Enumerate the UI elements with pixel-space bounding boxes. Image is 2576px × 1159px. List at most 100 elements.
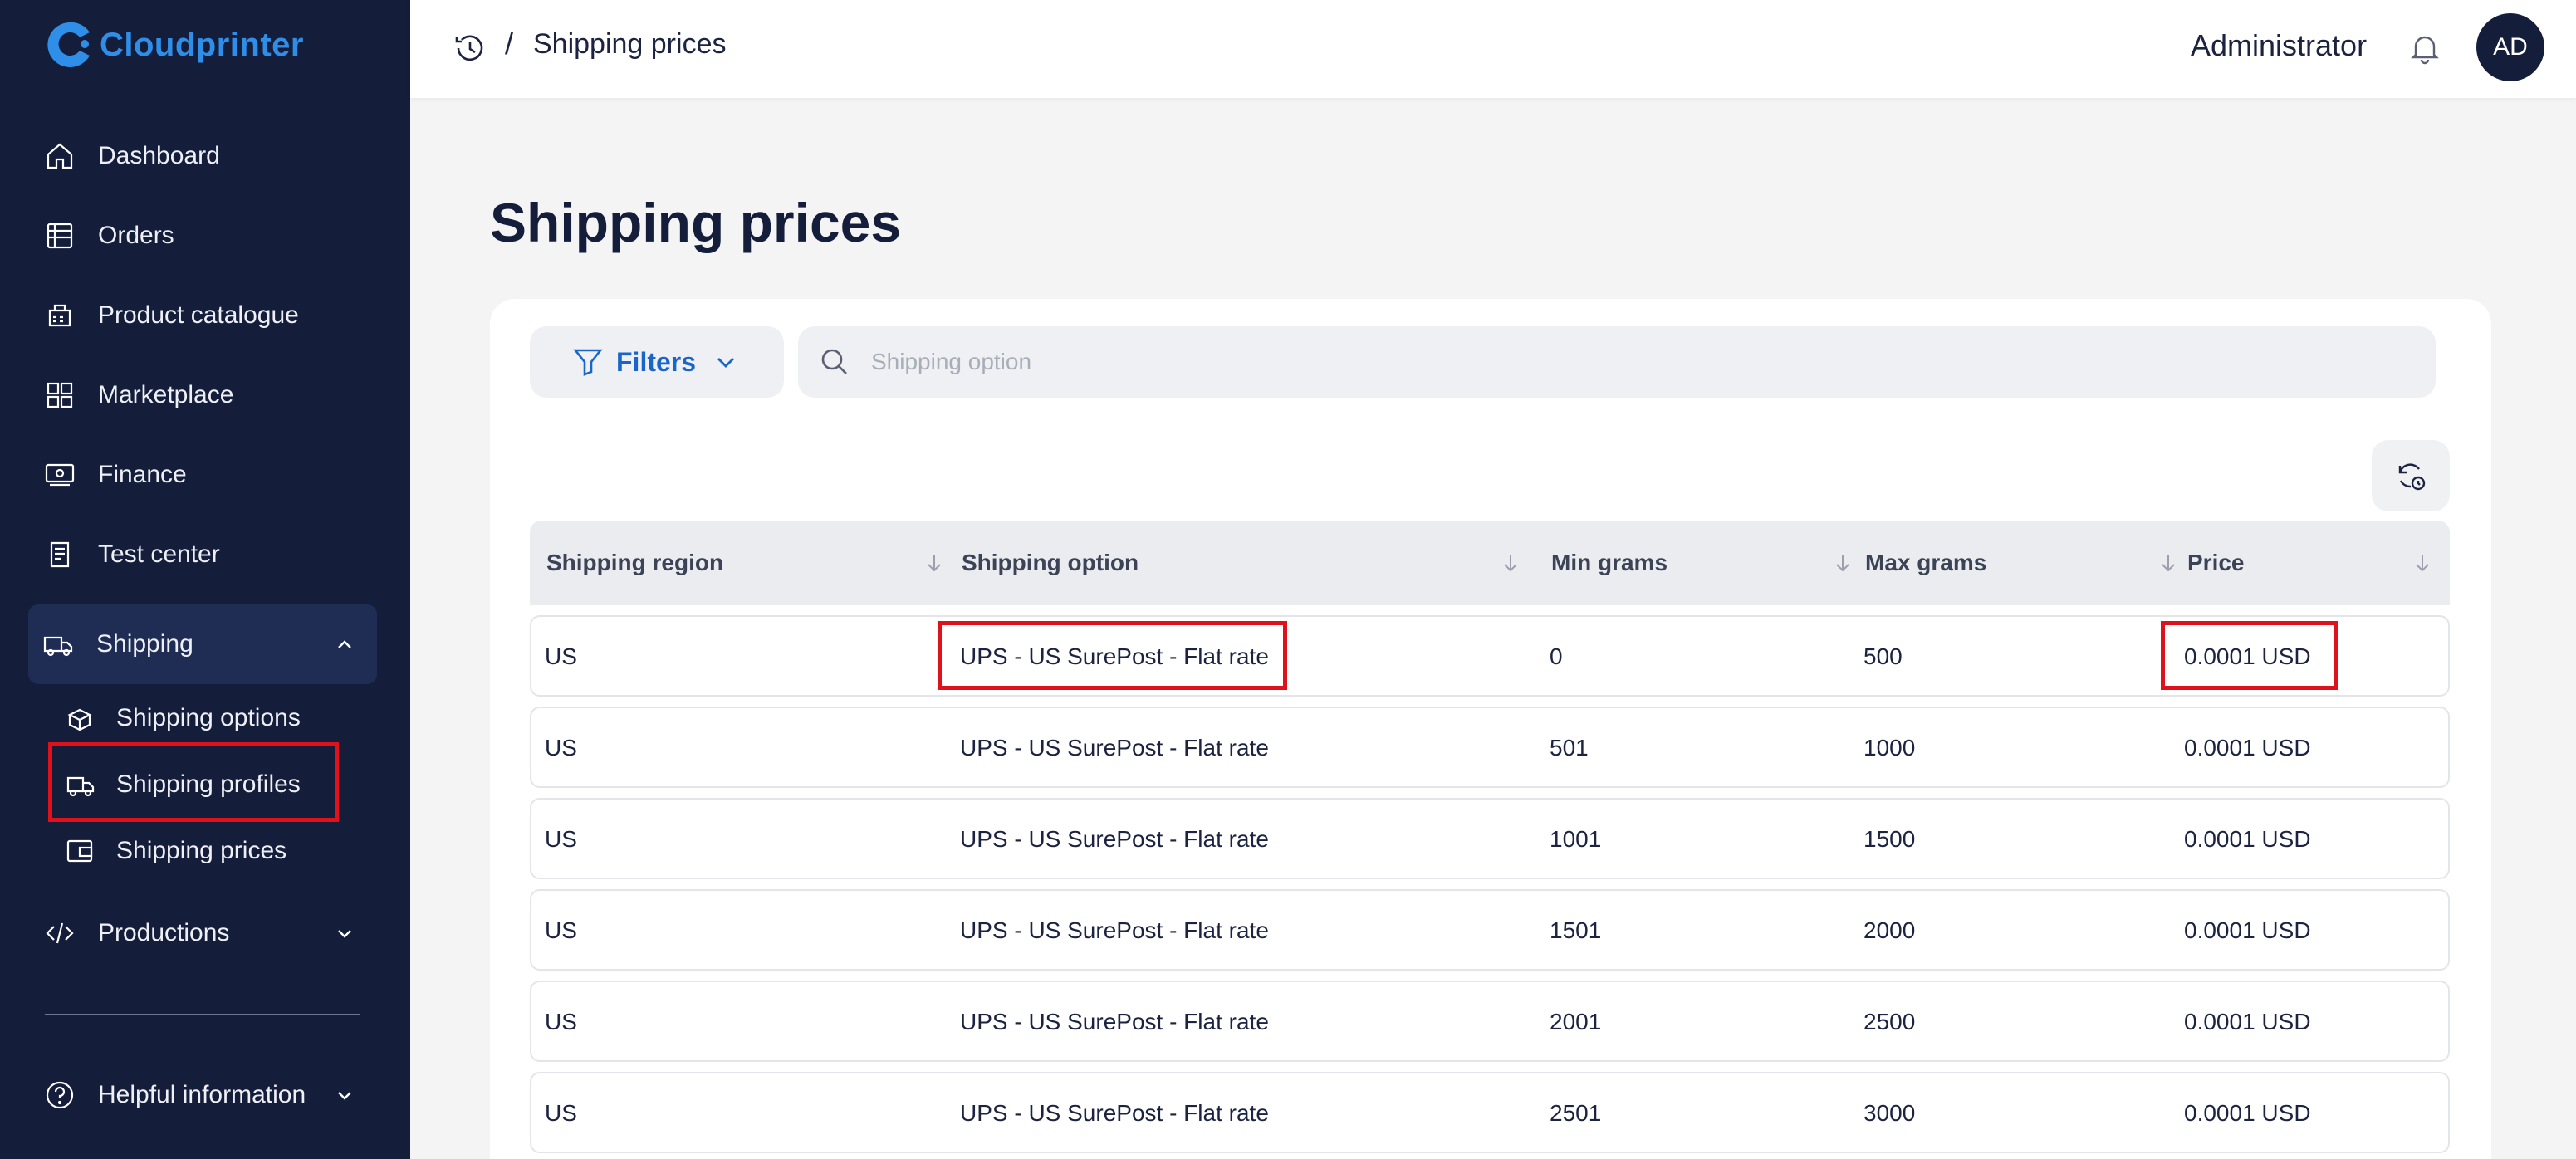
column-label: Shipping option <box>962 550 1139 575</box>
table-row[interactable]: US UPS - US SurePost - Flat rate 2501 30… <box>530 1072 2450 1153</box>
marketplace-icon <box>43 379 76 412</box>
cell-min-grams: 2001 <box>1550 1009 1602 1034</box>
cell-min-grams: 1001 <box>1550 826 1602 852</box>
highlight-box-price <box>2161 621 2338 690</box>
column-header-price[interactable]: Price <box>2187 521 2436 605</box>
sidebar-item-productions[interactable]: Productions <box>30 897 377 970</box>
cell-min-grams: 501 <box>1550 735 1589 760</box>
sidebar-item-shipping[interactable]: Shipping <box>28 604 377 684</box>
highlight-box <box>48 742 339 822</box>
history-icon[interactable] <box>452 30 488 66</box>
cell-max-grams: 2500 <box>1863 1009 1916 1034</box>
search-bar <box>798 326 2436 398</box>
chevron-down-icon <box>717 358 735 368</box>
sidebar-item-helpful-information[interactable]: Helpful information <box>30 1059 377 1132</box>
cell-shipping-option: UPS - US SurePost - Flat rate <box>960 735 1269 760</box>
cell-shipping-region: US <box>545 735 577 760</box>
cell-shipping-option: UPS - US SurePost - Flat rate <box>960 1009 1269 1034</box>
sidebar-item-orders[interactable]: Orders <box>30 199 377 272</box>
sidebar-item-test-center[interactable]: Test center <box>30 518 377 591</box>
cell-max-grams: 500 <box>1863 643 1903 669</box>
bell-icon[interactable] <box>2407 30 2443 66</box>
cell-max-grams: 1000 <box>1863 735 1916 760</box>
sidebar-item-label: Helpful information <box>98 1081 306 1108</box>
cell-shipping-region: US <box>545 643 577 669</box>
cell-shipping-region: US <box>545 1100 577 1126</box>
cell-price: 0.0001 USD <box>2184 1100 2311 1126</box>
search-input[interactable] <box>871 349 2366 375</box>
table-row[interactable]: US UPS - US SurePost - Flat rate 2001 25… <box>530 981 2450 1062</box>
cell-shipping-region: US <box>545 917 577 943</box>
home-icon <box>43 139 76 173</box>
column-header-max-grams[interactable]: Max grams <box>1865 521 2181 605</box>
sidebar-item-marketplace[interactable]: Marketplace <box>30 359 377 432</box>
cell-price: 0.0001 USD <box>2184 917 2311 943</box>
cell-price: 0.0001 USD <box>2184 826 2311 852</box>
table-row[interactable]: US UPS - US SurePost - Flat rate 1501 20… <box>530 889 2450 971</box>
sidebar-item-label: Product catalogue <box>98 301 299 329</box>
cell-min-grams: 2501 <box>1550 1100 1602 1126</box>
refresh-button[interactable] <box>2372 440 2450 511</box>
breadcrumb-separator: / <box>505 27 514 61</box>
sidebar-subitem-shipping-options[interactable]: Shipping options <box>63 689 362 747</box>
cell-price: 0.0001 USD <box>2184 735 2311 760</box>
column-label: Shipping region <box>546 550 724 575</box>
cell-shipping-option: UPS - US SurePost - Flat rate <box>960 1100 1269 1126</box>
chevron-down-icon <box>338 1092 351 1100</box>
filter-icon <box>573 349 603 376</box>
filters-button[interactable]: Filters <box>530 326 784 398</box>
cell-min-grams: 0 <box>1550 643 1563 669</box>
sidebar-item-label: Orders <box>98 222 174 249</box>
column-header-shipping-option[interactable]: Shipping option <box>962 521 1543 605</box>
sidebar-item-label: Dashboard <box>98 142 220 169</box>
sidebar-item-finance[interactable]: Finance <box>30 438 377 511</box>
column-label: Max grams <box>1865 550 1987 575</box>
filters-label: Filters <box>616 346 697 377</box>
cell-min-grams: 1501 <box>1550 917 1602 943</box>
sidebar-divider <box>45 1014 360 1015</box>
orders-icon <box>43 219 76 252</box>
truck-icon <box>42 628 75 661</box>
cell-max-grams: 3000 <box>1863 1100 1916 1126</box>
sort-arrow-down-icon <box>1836 555 1849 572</box>
cell-shipping-region: US <box>545 1009 577 1034</box>
wallet-icon <box>63 834 96 868</box>
sidebar-item-dashboard[interactable]: Dashboard <box>30 120 377 193</box>
code-icon <box>43 917 76 950</box>
sort-arrow-down-icon <box>1504 555 1517 572</box>
cell-price: 0.0001 USD <box>2184 1009 2311 1034</box>
page-title: Shipping prices <box>490 192 902 253</box>
user-name[interactable]: Administrator <box>2191 28 2367 63</box>
table-row[interactable]: US UPS - US SurePost - Flat rate 1001 15… <box>530 798 2450 879</box>
table-row[interactable]: US UPS - US SurePost - Flat rate 501 100… <box>530 707 2450 788</box>
avatar[interactable]: AD <box>2476 13 2544 81</box>
cloudprinter-logo-icon <box>47 22 90 67</box>
search-icon <box>821 349 847 374</box>
chevron-up-icon <box>338 640 351 648</box>
box-icon <box>63 702 96 735</box>
sort-arrow-down-icon <box>928 555 941 572</box>
refresh-clock-icon <box>2398 463 2426 491</box>
product-catalogue-icon <box>43 299 76 332</box>
sidebar-subitem-shipping-prices[interactable]: Shipping prices <box>63 822 362 880</box>
sidebar-item-product-catalogue[interactable]: Product catalogue <box>30 279 377 352</box>
cell-max-grams: 2000 <box>1863 917 1916 943</box>
logo[interactable]: Cloudprinter <box>43 18 304 71</box>
cell-shipping-region: US <box>545 826 577 852</box>
table-header: Shipping region Shipping option Min gram… <box>530 521 2450 605</box>
sidebar-subitem-label: Shipping options <box>116 704 301 731</box>
sidebar-item-label: Marketplace <box>98 381 234 408</box>
column-header-shipping-region[interactable]: Shipping region <box>546 521 941 605</box>
column-label: Min grams <box>1551 550 1668 575</box>
sidebar-item-label: Test center <box>98 540 220 568</box>
help-icon <box>43 1078 76 1112</box>
highlight-box-shipping-option <box>938 621 1287 690</box>
test-center-icon <box>43 538 76 571</box>
breadcrumb-current: Shipping prices <box>533 28 727 60</box>
sort-arrow-down-icon <box>2162 555 2175 572</box>
column-header-min-grams[interactable]: Min grams <box>1551 521 1859 605</box>
top-bar: / Shipping prices Administrator AD <box>410 0 2576 98</box>
cell-shipping-option: UPS - US SurePost - Flat rate <box>960 917 1269 943</box>
cell-max-grams: 1500 <box>1863 826 1916 852</box>
sort-arrow-down-icon <box>2416 555 2429 572</box>
